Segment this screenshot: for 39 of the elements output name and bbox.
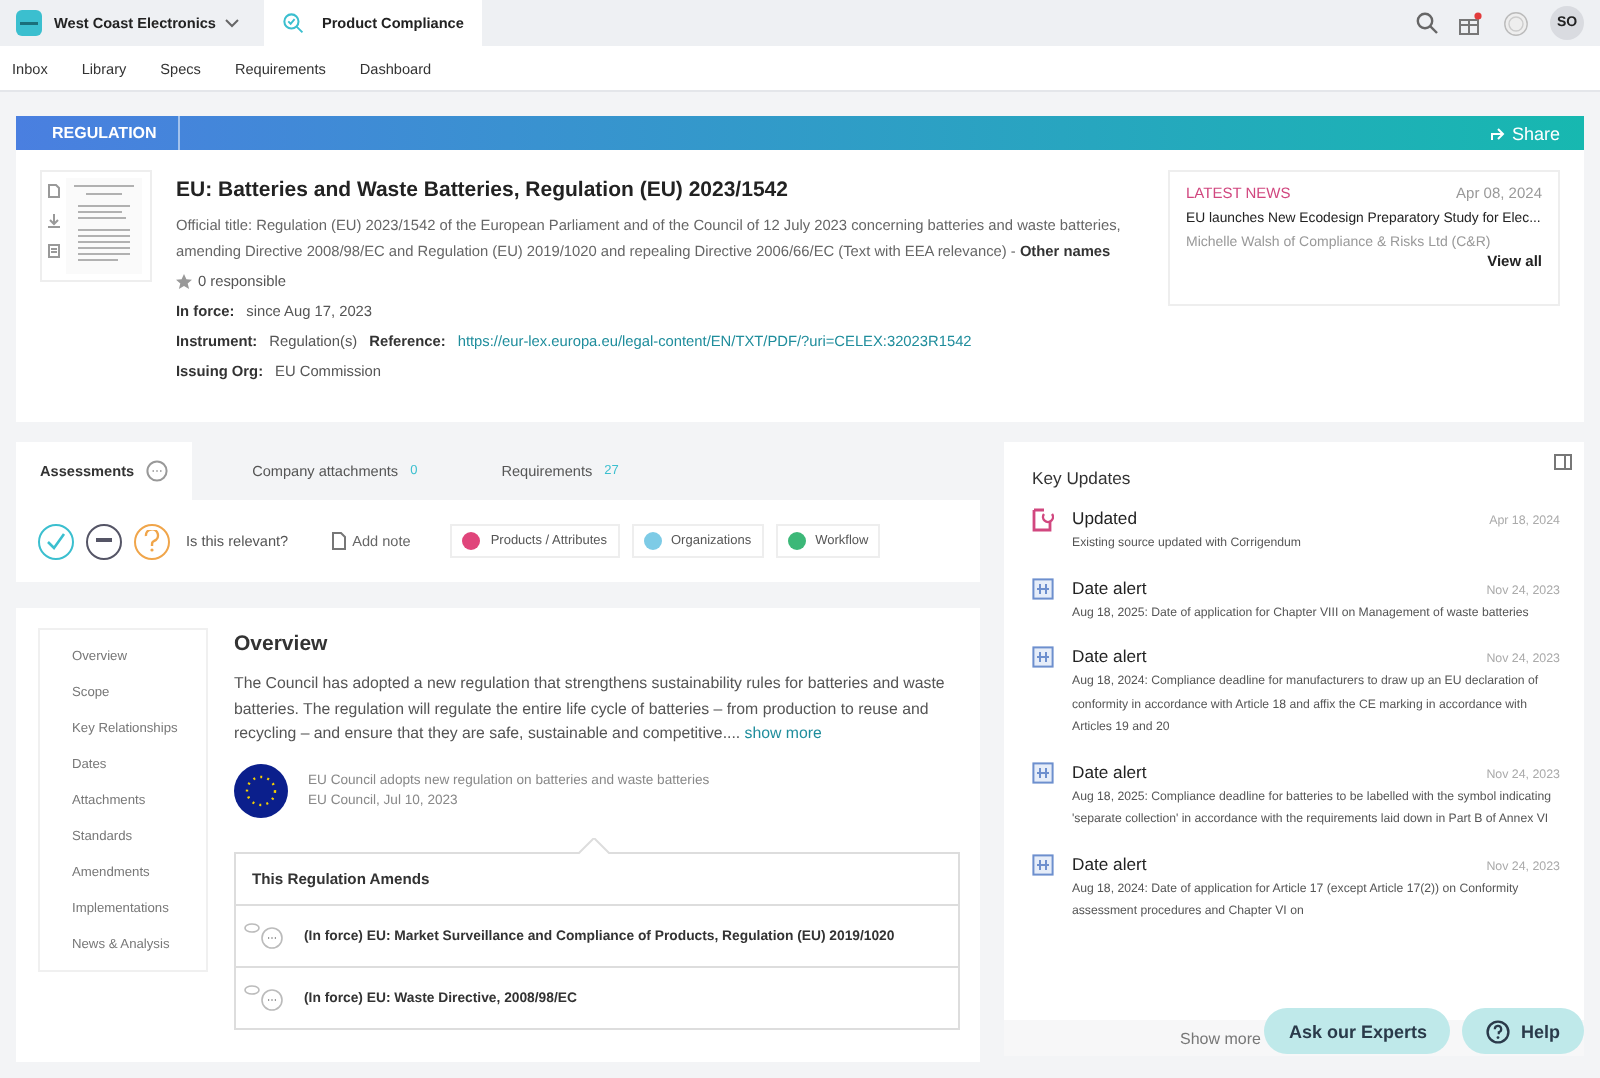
key-updates-title: Key Updates bbox=[1032, 468, 1133, 488]
minus-icon bbox=[96, 538, 112, 544]
file-icon[interactable] bbox=[48, 184, 60, 198]
relevant-button[interactable] bbox=[38, 523, 74, 559]
regulation-title: EU: Batteries and Waste Batteries, Regulation (EU) 2023/1542 bbox=[176, 178, 790, 202]
notes-icon[interactable] bbox=[48, 244, 60, 258]
check-icon bbox=[46, 532, 66, 550]
search-icon[interactable] bbox=[1416, 12, 1438, 34]
calendar-icon bbox=[1032, 853, 1054, 875]
document-thumbnail[interactable] bbox=[40, 170, 152, 282]
more-icon[interactable] bbox=[146, 460, 169, 482]
section-title: Overview bbox=[234, 632, 330, 656]
help-button[interactable]: Help bbox=[1462, 1008, 1584, 1054]
eu-flag-icon bbox=[234, 764, 288, 819]
badge-icon[interactable] bbox=[1502, 9, 1530, 37]
note-icon bbox=[332, 532, 347, 550]
app-logo[interactable] bbox=[16, 10, 42, 36]
update-title: Date alert bbox=[1072, 577, 1147, 597]
panel-toggle-icon[interactable] bbox=[1554, 454, 1572, 470]
calendar-icon bbox=[1032, 577, 1054, 599]
star-icon bbox=[176, 273, 192, 289]
banner-label: REGULATION bbox=[52, 124, 157, 142]
calendar-icon bbox=[1032, 761, 1054, 783]
help-icon bbox=[1486, 1019, 1511, 1043]
share-arrow-icon bbox=[1489, 125, 1506, 141]
calendar-icon bbox=[1032, 646, 1054, 668]
unsure-button[interactable] bbox=[134, 523, 170, 559]
question-icon bbox=[144, 530, 160, 552]
magnifier-check-icon bbox=[281, 12, 304, 34]
download-icon[interactable] bbox=[48, 214, 60, 228]
update-title: Updated bbox=[1072, 508, 1137, 528]
not-relevant-button[interactable] bbox=[86, 523, 122, 559]
experts-button[interactable]: Ask our Experts bbox=[1264, 1008, 1451, 1054]
refresh-document-icon bbox=[1032, 508, 1054, 532]
gift-icon[interactable] bbox=[1458, 11, 1482, 35]
update-title: Date alert bbox=[1072, 646, 1147, 666]
update-title: Date alert bbox=[1072, 761, 1147, 781]
chevron-down-icon bbox=[223, 18, 240, 28]
update-title: Date alert bbox=[1072, 853, 1147, 873]
